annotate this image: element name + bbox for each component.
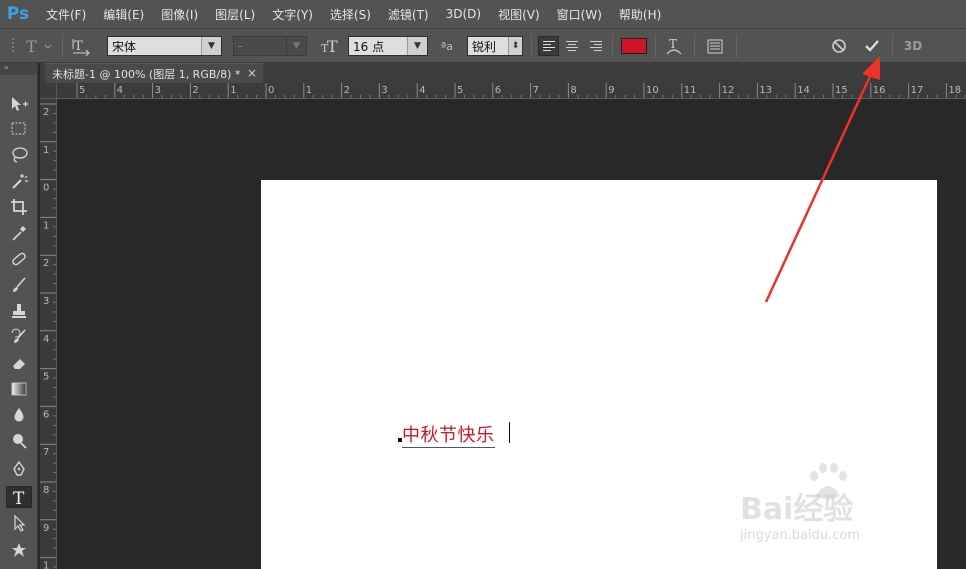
baidu-watermark: Bai经验 jingyan.baidu.com <box>740 462 920 552</box>
watermark-brand: Bai经验 <box>740 492 854 527</box>
arrowhead-icon <box>862 56 880 80</box>
watermark-url: jingyan.baidu.com <box>740 528 860 543</box>
